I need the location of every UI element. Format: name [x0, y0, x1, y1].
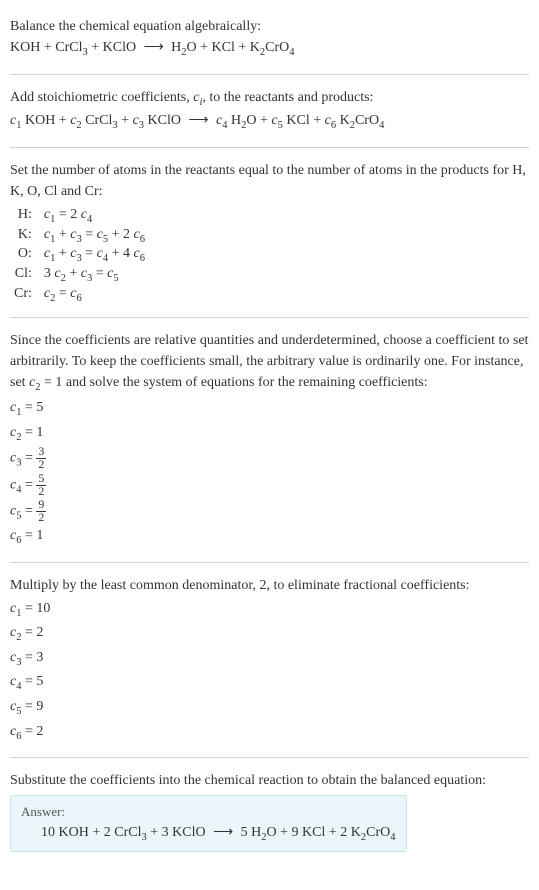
atom-label: K: [10, 226, 40, 246]
atom-label: O: [10, 245, 40, 265]
section-problem: Balance the chemical equation algebraica… [10, 8, 529, 70]
table-row: Cl: 3 c2 + c3 = c5 [10, 265, 149, 285]
atom-label: Cl: [10, 265, 40, 285]
section-atom-balance: Set the number of atoms in the reactants… [10, 152, 529, 313]
table-row: O: c1 + c3 = c4 + 4 c6 [10, 245, 149, 265]
divider [10, 147, 529, 148]
unbalanced-equation: KOH + CrCl3 + KClO ⟶ H2O + KCl + K2CrO4 [10, 37, 529, 62]
heading-multiply: Multiply by the least common denominator… [10, 575, 529, 596]
coeff-row: c5 = 92 [10, 499, 529, 525]
atom-label: H: [10, 206, 40, 226]
coeff-row: c4 = 5 [10, 671, 529, 696]
heading-answer: Substitute the coefficients into the che… [10, 770, 529, 791]
heading-problem: Balance the chemical equation algebraica… [10, 16, 529, 37]
heading-stoichiometric: Add stoichiometric coefficients, ci, to … [10, 87, 529, 111]
atom-equation: c1 + c3 = c4 + 4 c6 [40, 245, 149, 265]
divider [10, 74, 529, 75]
coeff-row: c3 = 3 [10, 647, 529, 672]
atom-balance-table: H: c1 = 2 c4 K: c1 + c3 = c5 + 2 c6 O: c… [10, 206, 149, 305]
atom-equation: 3 c2 + c3 = c5 [40, 265, 149, 285]
coeff-row: c6 = 2 [10, 721, 529, 746]
coeff-row: c1 = 5 [10, 397, 529, 422]
balanced-equation: 10 KOH + 2 CrCl3 + 3 KClO ⟶ 5 H2O + 9 KC… [21, 824, 396, 843]
atom-equation: c1 = 2 c4 [40, 206, 149, 226]
section-stoichiometric: Add stoichiometric coefficients, ci, to … [10, 79, 529, 143]
table-row: K: c1 + c3 = c5 + 2 c6 [10, 226, 149, 246]
coefficient-list-integer: c1 = 10 c2 = 2 c3 = 3 c4 = 5 c5 = 9 c6 =… [10, 598, 529, 746]
coeff-row: c2 = 1 [10, 422, 529, 447]
answer-box: Answer: 10 KOH + 2 CrCl3 + 3 KClO ⟶ 5 H2… [10, 795, 407, 852]
coeff-row: c1 = 10 [10, 598, 529, 623]
divider [10, 317, 529, 318]
section-multiply: Multiply by the least common denominator… [10, 567, 529, 754]
answer-label: Answer: [21, 804, 396, 820]
divider [10, 562, 529, 563]
atom-label: Cr: [10, 285, 40, 305]
heading-solve: Since the coefficients are relative quan… [10, 330, 529, 396]
atom-equation: c2 = c6 [40, 285, 149, 305]
coeff-row: c3 = 32 [10, 446, 529, 472]
divider [10, 757, 529, 758]
coeff-row: c6 = 1 [10, 525, 529, 550]
coeff-row: c5 = 9 [10, 696, 529, 721]
coeff-row: c2 = 2 [10, 622, 529, 647]
coefficient-list-fractional: c1 = 5 c2 = 1 c3 = 32 c4 = 52 c5 = 92 c6… [10, 397, 529, 549]
section-answer: Substitute the coefficients into the che… [10, 762, 529, 860]
heading-atom-balance: Set the number of atoms in the reactants… [10, 160, 529, 202]
table-row: H: c1 = 2 c4 [10, 206, 149, 226]
atom-equation: c1 + c3 = c5 + 2 c6 [40, 226, 149, 246]
coeff-row: c4 = 52 [10, 473, 529, 499]
coefficient-equation: c1 KOH + c2 CrCl3 + c3 KClO ⟶ c4 H2O + c… [10, 110, 529, 135]
section-solve: Since the coefficients are relative quan… [10, 322, 529, 558]
table-row: Cr: c2 = c6 [10, 285, 149, 305]
